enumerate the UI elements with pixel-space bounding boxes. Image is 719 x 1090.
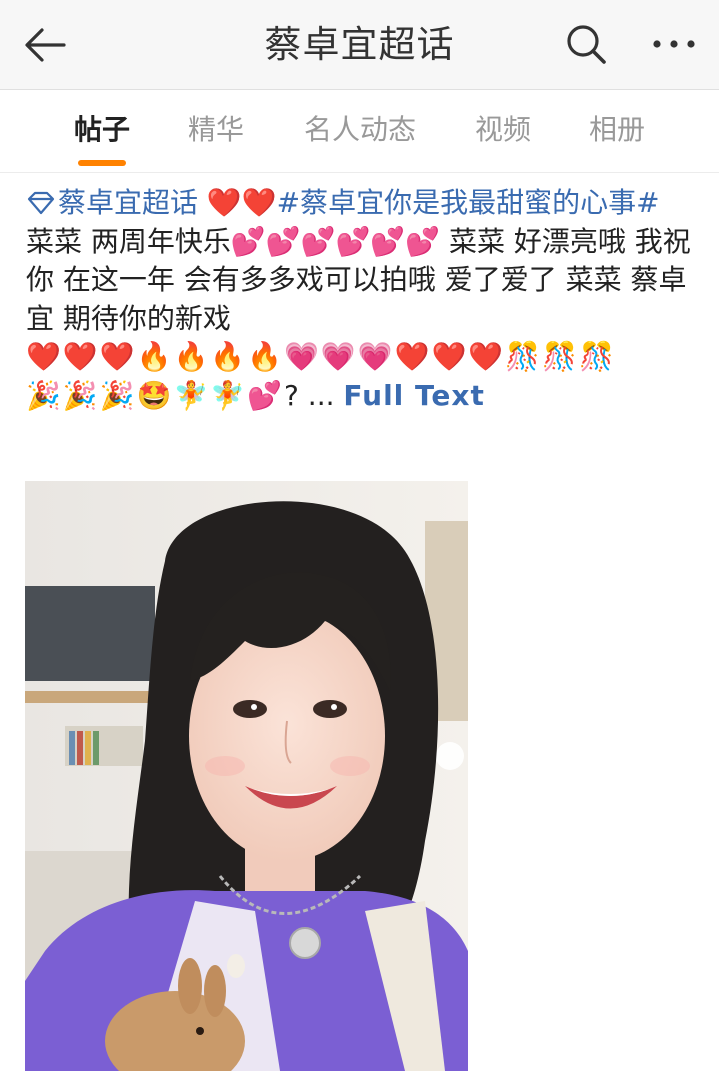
more-button[interactable] bbox=[650, 24, 698, 64]
more-dots-icon bbox=[653, 40, 695, 48]
full-text-link[interactable]: Full Text bbox=[343, 379, 484, 412]
tab-celebrity-updates[interactable]: 名人动态 bbox=[290, 90, 430, 172]
arrow-left-icon bbox=[25, 28, 66, 62]
post-text: 蔡卓宜超话 ❤️❤️#蔡卓宜你是我最甜蜜的心事# 菜菜 两周年快乐💕💕💕💕💕💕 … bbox=[26, 184, 696, 415]
post-photo[interactable] bbox=[25, 481, 468, 1071]
hearts-emoji: ❤️❤️ bbox=[206, 186, 277, 219]
back-button[interactable] bbox=[20, 20, 70, 70]
photo-illustration bbox=[25, 481, 468, 1071]
emoji-row-1: ❤️❤️❤️🔥🔥🔥🔥💗💗💗❤️❤️❤️🎊🎊🎊 bbox=[26, 340, 616, 373]
super-topic-link[interactable]: 蔡卓宜超话 bbox=[26, 186, 198, 219]
active-tab-indicator bbox=[78, 160, 126, 166]
super-topic-diamond-icon bbox=[27, 191, 55, 215]
super-topic-label: 蔡卓宜超话 bbox=[58, 186, 199, 219]
two-hearts-emoji: 💕💕💕💕💕💕 bbox=[230, 224, 441, 258]
tab-featured[interactable]: 精华 bbox=[176, 90, 256, 172]
search-button[interactable] bbox=[564, 22, 608, 66]
emoji-row-2: 🎉🎉🎉🤩🧚🧚💕 bbox=[26, 378, 285, 412]
post-body: 蔡卓宜超话 ❤️❤️#蔡卓宜你是我最甜蜜的心事# 菜菜 两周年快乐💕💕💕💕💕💕 … bbox=[26, 184, 696, 415]
search-icon bbox=[567, 25, 606, 64]
tab-videos[interactable]: 视频 bbox=[463, 90, 543, 172]
ellipsis: ? ... bbox=[284, 378, 335, 412]
hashtag-link[interactable]: #蔡卓宜你是我最甜蜜的心事# bbox=[277, 186, 660, 219]
post-text-part1: 菜菜 两周年快乐 bbox=[26, 224, 231, 258]
page-title: 蔡卓宜超话 bbox=[264, 23, 455, 66]
tab-albums[interactable]: 相册 bbox=[577, 90, 657, 172]
top-bar: 蔡卓宜超话 bbox=[0, 0, 719, 90]
